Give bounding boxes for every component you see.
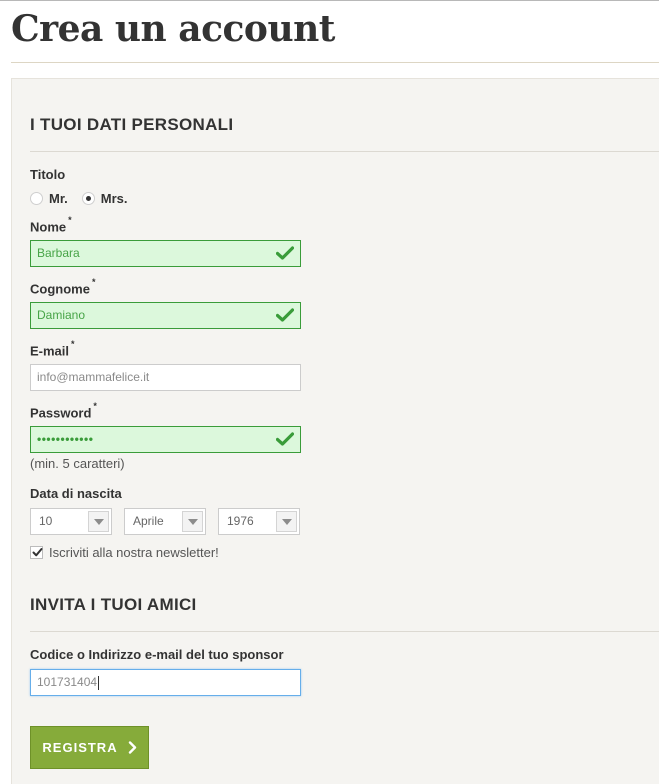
- radio-mrs[interactable]: [81, 192, 95, 205]
- birth-year-select[interactable]: 1976: [218, 508, 300, 535]
- invite-friends-heading: INVITA I TUOI AMICI: [30, 595, 197, 614]
- password-value: ••••••••••••: [37, 432, 94, 446]
- chevron-down-icon[interactable]: [88, 511, 109, 532]
- radio-mrs-label: Mrs.: [100, 191, 128, 206]
- password-label-text: Password: [30, 405, 92, 421]
- newsletter-checkbox[interactable]: [30, 546, 43, 559]
- register-button[interactable]: REGISTRA: [30, 726, 149, 769]
- page-title: Crea un account: [11, 8, 335, 50]
- title-label: Titolo: [30, 167, 66, 182]
- checkmark-icon: [276, 308, 294, 322]
- email-placeholder: info@mammafelice.it: [37, 370, 150, 384]
- birth-year-value: 1976: [227, 514, 254, 528]
- birth-day-select[interactable]: 10: [30, 508, 112, 535]
- newsletter-option[interactable]: Iscriviti alla nostra newsletter!: [30, 545, 219, 560]
- invite-friends-divider: [30, 631, 659, 632]
- email-label: E-mail *: [30, 339, 75, 359]
- chevron-down-icon[interactable]: [182, 511, 203, 532]
- last-name-field[interactable]: Damiano: [30, 302, 301, 329]
- newsletter-label: Iscriviti alla nostra newsletter!: [49, 545, 219, 560]
- title-option-mr[interactable]: Mr.: [30, 191, 68, 206]
- email-field[interactable]: info@mammafelice.it: [30, 364, 301, 391]
- password-hint: (min. 5 caratteri): [30, 456, 125, 471]
- birthdate-label: Data di nascita: [30, 486, 122, 501]
- first-name-label: Nome *: [30, 215, 72, 235]
- birth-day-value: 10: [39, 514, 53, 528]
- title-radio-group: Mr. Mrs.: [30, 191, 142, 206]
- top-border: [0, 0, 659, 1]
- email-label-text: E-mail: [30, 343, 70, 359]
- radio-mr-label: Mr.: [49, 191, 68, 206]
- birth-month-select[interactable]: Aprile: [124, 508, 206, 535]
- first-name-value: Barbara: [37, 246, 80, 260]
- required-marker: *: [93, 401, 97, 411]
- password-field[interactable]: ••••••••••••: [30, 426, 301, 453]
- password-label: Password *: [30, 401, 97, 421]
- last-name-label-text: Cognome: [30, 281, 90, 297]
- radio-mr[interactable]: [30, 192, 43, 205]
- required-marker: *: [91, 277, 96, 287]
- required-marker: *: [68, 215, 72, 225]
- register-button-label: REGISTRA: [42, 740, 118, 755]
- checkmark-icon: [276, 246, 294, 260]
- first-name-field[interactable]: Barbara: [30, 240, 301, 267]
- birth-month-value: Aprile: [133, 514, 164, 528]
- last-name-label: Cognome *: [30, 277, 96, 297]
- checkmark-icon: [276, 432, 294, 446]
- required-marker: *: [71, 339, 75, 349]
- title-divider: [11, 62, 659, 63]
- last-name-value: Damiano: [37, 308, 86, 322]
- title-option-mrs[interactable]: Mrs.: [81, 191, 128, 206]
- personal-data-divider: [30, 151, 659, 152]
- chevron-right-icon: [128, 741, 136, 754]
- first-name-label-text: Nome: [30, 219, 67, 235]
- text-cursor: [98, 675, 100, 690]
- checkmark-icon: [32, 548, 43, 557]
- sponsor-label: Codice o Indirizzo e-mail del tuo sponso…: [30, 647, 284, 662]
- chevron-down-icon[interactable]: [276, 511, 297, 532]
- sponsor-value: 101731404: [37, 675, 98, 689]
- personal-data-heading: I TUOI DATI PERSONALI: [30, 115, 234, 134]
- sponsor-field[interactable]: 101731404: [30, 669, 301, 696]
